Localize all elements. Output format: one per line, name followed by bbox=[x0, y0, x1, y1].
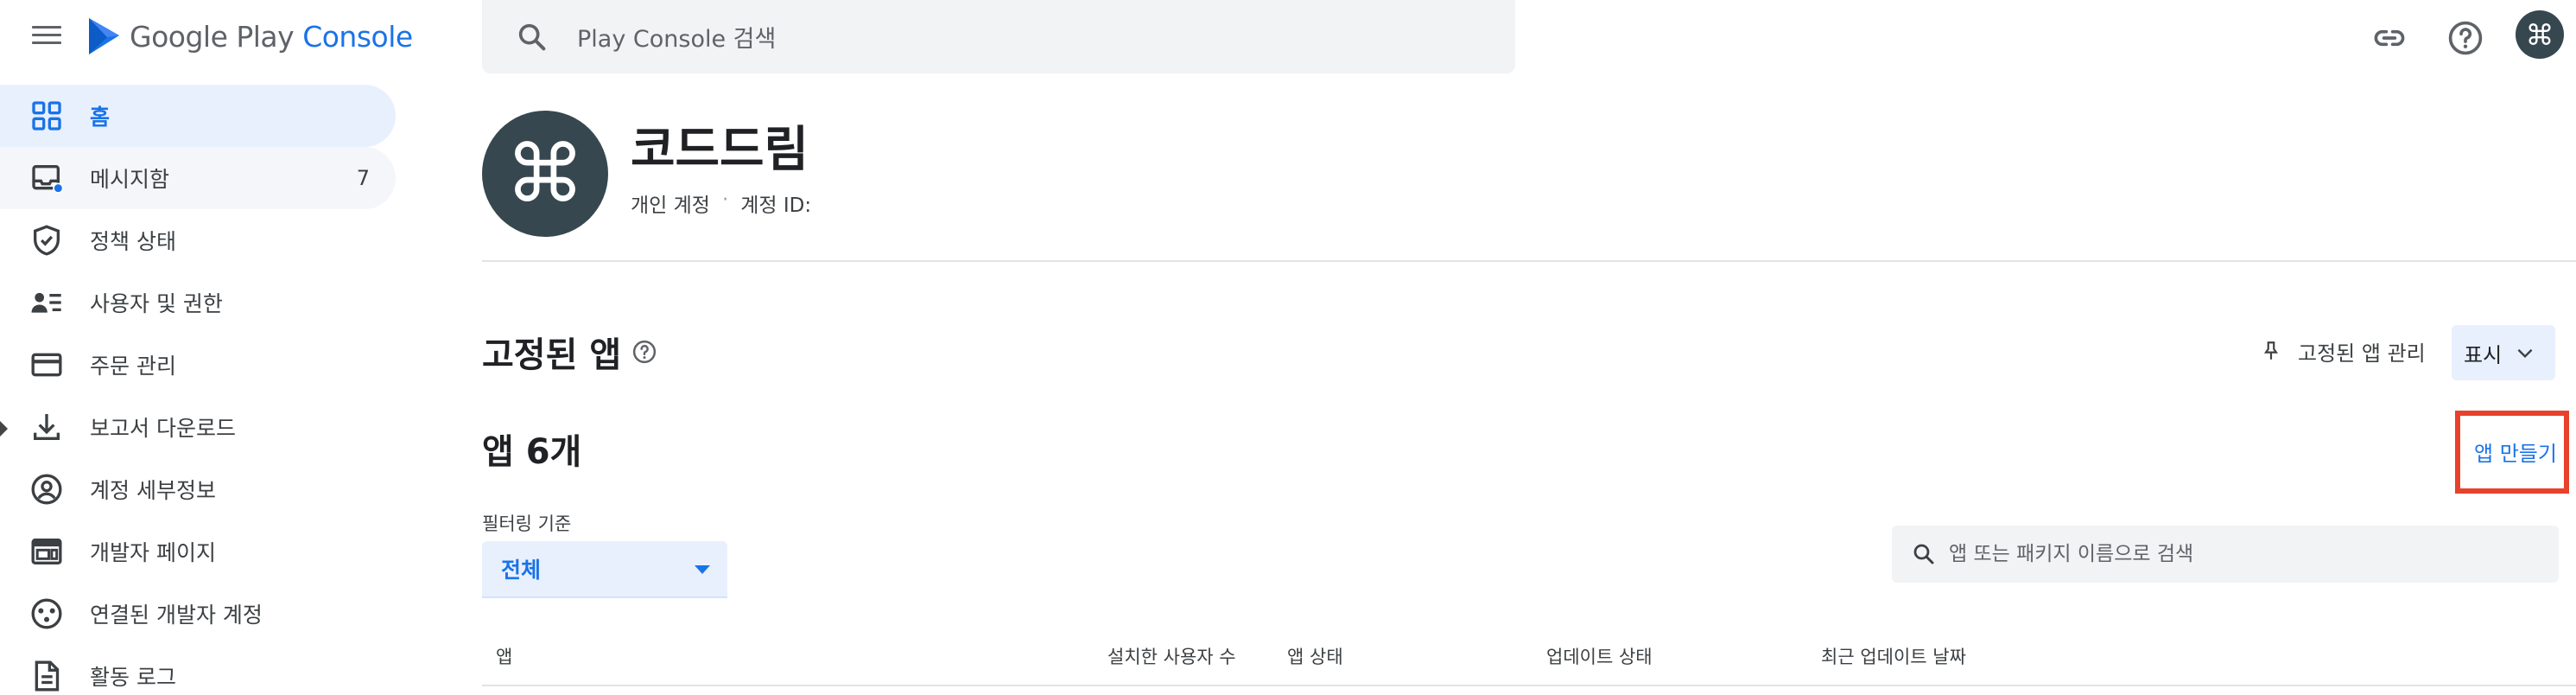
sidebar-item-inbox[interactable]: 메시지함 7 bbox=[0, 147, 396, 209]
help-icon[interactable] bbox=[2446, 19, 2484, 57]
manage-pinned-apps-label: 고정된 앱 관리 bbox=[2298, 341, 2426, 366]
sidebar-item-label: 개발자 페이지 bbox=[90, 540, 216, 565]
column-header-installs[interactable]: 설치한 사용자 수 bbox=[1107, 643, 1236, 669]
users-list-icon bbox=[31, 292, 61, 313]
sidebar-item-label: 계정 세부정보 bbox=[90, 478, 216, 503]
credit-card-icon bbox=[31, 353, 62, 377]
linked-accounts-icon bbox=[31, 598, 62, 629]
sidebar-item-policy-status[interactable]: 정책 상태 bbox=[0, 209, 396, 271]
search-icon bbox=[518, 23, 546, 50]
apps-count-title: 앱 6개 bbox=[482, 432, 582, 472]
dashboard-icon bbox=[32, 101, 61, 131]
pin-icon bbox=[2263, 341, 2279, 360]
download-icon bbox=[34, 414, 60, 440]
app-search-field[interactable] bbox=[1892, 526, 2559, 583]
sidebar-item-home[interactable]: 홈 bbox=[0, 85, 396, 147]
sidebar-item-label: 홈 bbox=[90, 105, 111, 130]
sidebar-item-label: 사용자 및 권한 bbox=[90, 291, 223, 316]
play-logo-icon bbox=[89, 18, 119, 54]
sidebar-item-label: 메시지함 bbox=[90, 167, 170, 192]
logo-brand-text: Google Play bbox=[130, 19, 295, 54]
sidebar-item-label: 활동 로그 bbox=[90, 665, 176, 690]
inbox-icon bbox=[32, 165, 64, 194]
create-app-button[interactable]: 앱 만들기 bbox=[2474, 437, 2557, 467]
pinned-apps-heading: 고정된 앱 bbox=[482, 327, 657, 377]
console-search-placeholder: Play Console 검색 bbox=[577, 26, 777, 53]
search-icon bbox=[1913, 544, 1934, 564]
column-header-app-status[interactable]: 앱 상태 bbox=[1287, 643, 1343, 669]
help-icon[interactable] bbox=[631, 339, 657, 365]
console-search-bar[interactable]: Play Console 검색 bbox=[482, 0, 1515, 73]
column-header-app[interactable]: 앱 bbox=[496, 643, 512, 669]
dropdown-caret-icon bbox=[695, 565, 710, 574]
play-console-app: Google Play Console Play Console 검색 ⌘ 홈 bbox=[0, 0, 2576, 695]
sidebar-item-label: 보고서 다운로드 bbox=[90, 416, 236, 441]
column-header-last-updated[interactable]: 최근 업데이트 날짜 bbox=[1821, 643, 1966, 669]
web-page-icon bbox=[31, 539, 62, 564]
show-dropdown-button[interactable]: 표시 bbox=[2452, 325, 2555, 380]
sidebar-item-label: 연결된 개발자 계정 bbox=[90, 603, 263, 628]
account-avatar[interactable]: ⌘ bbox=[2516, 10, 2564, 59]
sidebar-item-account-details[interactable]: 계정 세부정보 bbox=[0, 458, 396, 520]
sidebar-item-label: 정책 상태 bbox=[90, 229, 176, 254]
sidebar-item-order-management[interactable]: 주문 관리 bbox=[0, 334, 396, 396]
account-id-label: 계정 ID: bbox=[740, 194, 812, 217]
document-log-icon bbox=[35, 660, 60, 692]
sidebar-item-activity-log[interactable]: 활동 로그 bbox=[0, 645, 396, 695]
chevron-down-icon bbox=[2517, 348, 2533, 359]
hamburger-menu-icon[interactable] bbox=[29, 21, 64, 52]
manage-pinned-apps-button[interactable]: 고정된 앱 관리 bbox=[2260, 335, 2426, 367]
filter-select[interactable]: 전체 bbox=[482, 541, 727, 598]
header-divider bbox=[482, 260, 2576, 262]
inbox-count-badge: 7 bbox=[356, 166, 370, 190]
developer-meta: 개인 계정 · 계정 ID: bbox=[631, 188, 811, 218]
show-dropdown-label: 표시 bbox=[2464, 342, 2503, 367]
google-play-console-logo[interactable]: Google Play Console bbox=[86, 10, 413, 62]
link-icon[interactable] bbox=[2370, 19, 2408, 57]
account-type: 개인 계정 bbox=[631, 194, 710, 217]
sidebar-item-download-reports[interactable]: 보고서 다운로드 bbox=[0, 396, 396, 458]
filter-label: 필터링 기준 bbox=[482, 513, 572, 534]
sidebar-item-users-permissions[interactable]: 사용자 및 권한 bbox=[0, 271, 396, 334]
sidebar-item-label: 주문 관리 bbox=[90, 354, 176, 379]
developer-avatar: ⌘ bbox=[482, 111, 608, 237]
pinned-apps-title: 고정된 앱 bbox=[482, 335, 622, 375]
account-circle-icon bbox=[31, 474, 62, 505]
sidebar-item-linked-developer-accounts[interactable]: 연결된 개발자 계정 bbox=[0, 583, 396, 645]
sidebar-item-developer-page[interactable]: 개발자 페이지 bbox=[0, 520, 396, 583]
table-header-divider bbox=[482, 685, 2576, 686]
app-search-input[interactable] bbox=[1949, 543, 2536, 565]
shield-check-icon bbox=[34, 225, 60, 256]
developer-name: 코드드림 bbox=[631, 122, 809, 178]
filter-selected-value: 전체 bbox=[501, 558, 542, 583]
column-header-update-status[interactable]: 업데이트 상태 bbox=[1546, 643, 1653, 669]
meta-separator: · bbox=[721, 188, 729, 211]
logo-product-text: Console bbox=[302, 19, 413, 54]
